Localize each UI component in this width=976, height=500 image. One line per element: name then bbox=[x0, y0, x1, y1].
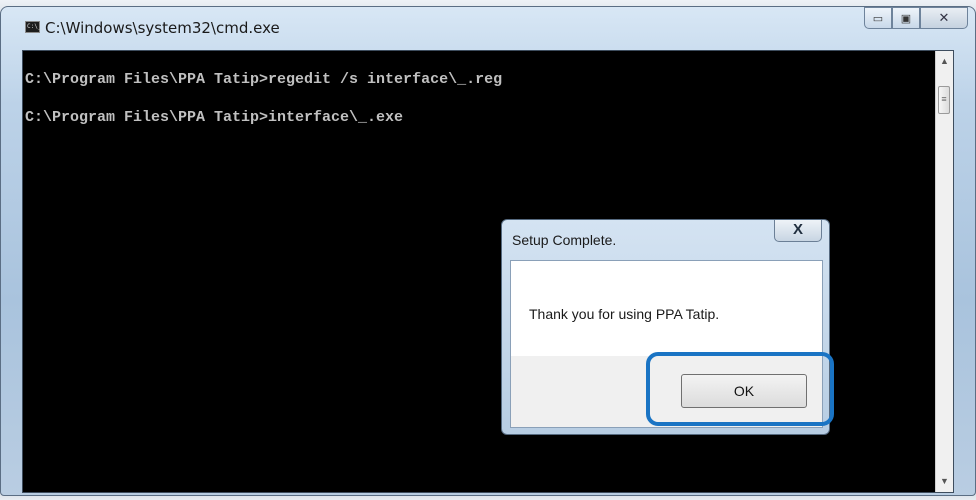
window-title: C:\Windows\system32\cmd.exe bbox=[45, 19, 280, 37]
vertical-scrollbar[interactable]: ▲ ≡ ▼ bbox=[935, 51, 953, 492]
maximize-button[interactable]: ▣ bbox=[892, 7, 920, 29]
dialog-message: Thank you for using PPA Tatip. bbox=[529, 306, 720, 322]
close-icon: X bbox=[792, 221, 803, 238]
scroll-down-icon[interactable]: ▼ bbox=[936, 473, 953, 490]
console-line-1: C:\Program Files\PPA Tatip>regedit /s in… bbox=[25, 71, 503, 88]
minimize-button[interactable]: ▭ bbox=[864, 7, 892, 29]
grip-icon: ≡ bbox=[941, 94, 947, 104]
scroll-thumb[interactable]: ≡ bbox=[938, 86, 950, 114]
title-bar[interactable]: C:\_ C:\Windows\system32\cmd.exe ▭ ▣ ✕ bbox=[1, 7, 975, 47]
close-button[interactable]: ✕ bbox=[920, 7, 968, 29]
scroll-up-icon[interactable]: ▲ bbox=[936, 53, 953, 70]
close-icon: ✕ bbox=[938, 10, 950, 25]
cmd-icon: C:\_ bbox=[25, 21, 41, 33]
maximize-icon: ▣ bbox=[900, 12, 912, 25]
console-line-2: C:\Program Files\PPA Tatip>interface\_.e… bbox=[25, 109, 404, 126]
dialog-close-button[interactable]: X bbox=[774, 220, 822, 242]
minimize-icon: ▭ bbox=[872, 12, 884, 25]
ok-button-highlight bbox=[646, 352, 834, 426]
caption-buttons: ▭ ▣ ✕ bbox=[864, 7, 968, 33]
dialog-title: Setup Complete. bbox=[512, 232, 617, 248]
dialog-message-area: Thank you for using PPA Tatip. bbox=[511, 261, 822, 356]
